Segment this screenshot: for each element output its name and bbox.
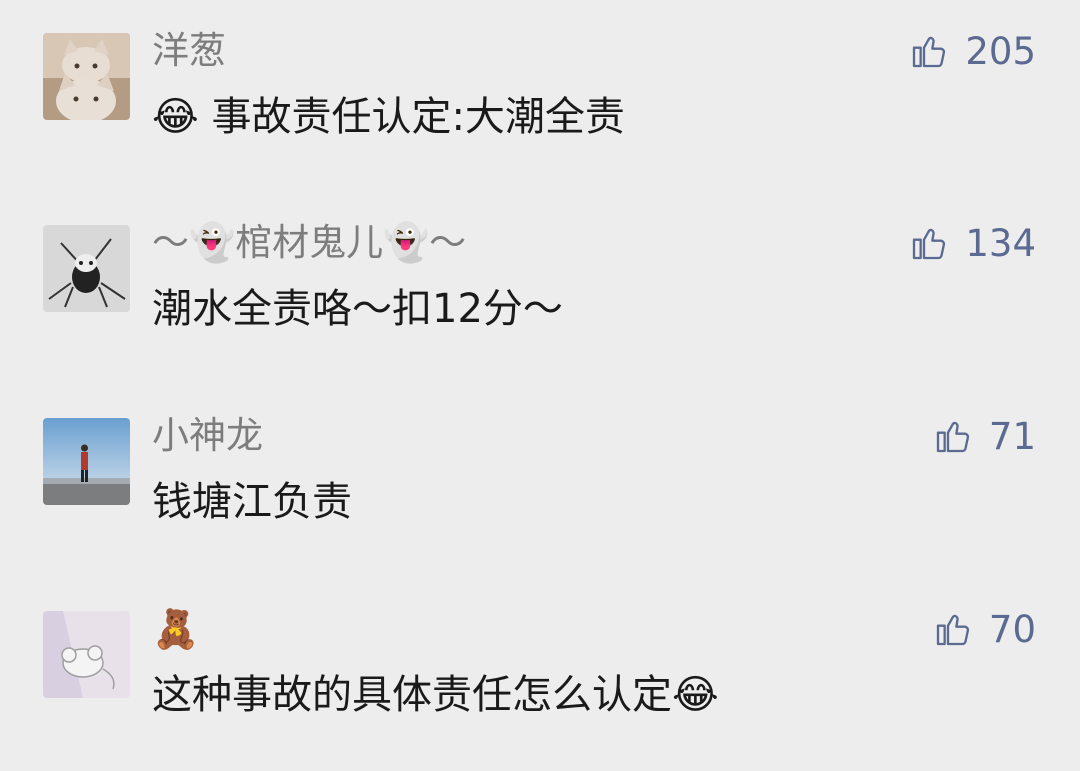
thumbs-up-icon [913,228,946,260]
comment-text: 钱塘江负责 [152,479,352,525]
avatar[interactable] [43,611,130,698]
comment-item: 小神龙 钱塘江负责 71 [0,414,1080,578]
thumbs-up-icon [913,36,946,68]
comment-author[interactable]: 小神龙 [152,412,263,460]
like-count: 71 [988,414,1036,458]
avatar[interactable] [43,225,130,312]
comment-text: 潮水全责咯〜扣12分〜 [152,286,563,332]
bug-avatar-icon [43,225,130,312]
avatar[interactable] [43,418,130,505]
landscape-avatar-icon [43,418,130,505]
comment-text: 😂 事故责任认定:大潮全责 [152,94,625,140]
like-button[interactable]: 134 [909,219,1036,267]
comment-author[interactable]: 〜👻棺材鬼儿👻〜 [152,219,466,267]
mouse-avatar-icon [43,611,130,698]
like-button[interactable]: 70 [933,605,1036,653]
like-count: 70 [988,607,1036,651]
like-count: 134 [965,221,1036,265]
comment-author[interactable]: 洋葱 [152,27,226,75]
like-button[interactable]: 205 [909,27,1036,75]
comment-author[interactable]: 🧸 [152,605,199,653]
avatar[interactable] [43,33,130,120]
comment-item: 〜👻棺材鬼儿👻〜 潮水全责咯〜扣12分〜 134 [0,221,1080,385]
comment-item: 洋葱 😂 事故责任认定:大潮全责 205 [0,29,1080,193]
comment-text: 这种事故的具体责任怎么认定😂 [152,672,719,718]
like-button[interactable]: 71 [933,412,1036,460]
thumbs-up-icon [936,614,969,646]
thumbs-up-icon [936,421,969,453]
like-count: 205 [965,29,1036,73]
cat-avatar-icon [43,33,130,120]
comment-item: 🧸 这种事故的具体责任怎么认定😂 70 [0,607,1080,771]
